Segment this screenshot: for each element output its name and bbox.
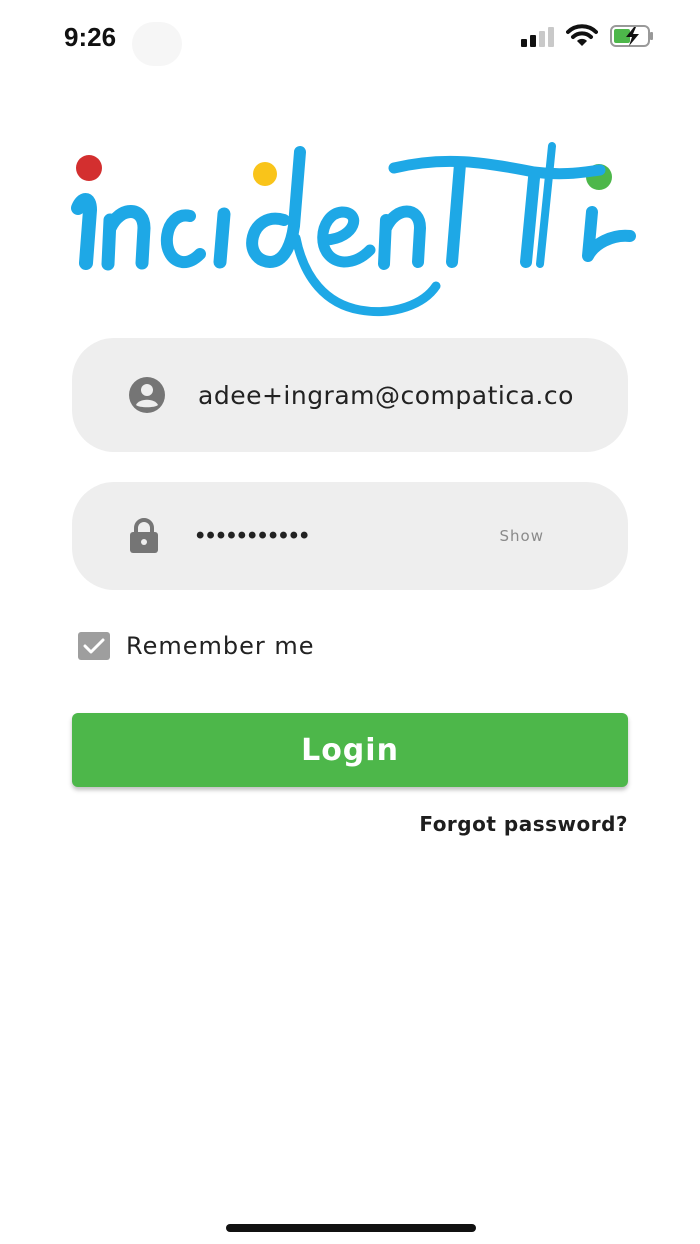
lock-icon <box>130 518 158 553</box>
show-password-button[interactable]: Show <box>500 527 544 545</box>
email-field[interactable]: adee+ingram@compatica.co <box>72 338 628 452</box>
remember-me-checkbox[interactable] <box>78 632 110 660</box>
forgot-password-link[interactable]: Forgot password? <box>419 812 628 836</box>
status-notch-blob <box>132 22 182 66</box>
cellular-signal-icon <box>521 25 554 47</box>
login-screen: 9:26 adee+ingram@compatica.co ••••••••••… <box>0 0 700 1244</box>
login-button[interactable]: Login <box>72 713 628 787</box>
battery-charging-icon <box>610 25 653 47</box>
wifi-icon <box>566 24 598 46</box>
incidentli-logo <box>71 142 636 317</box>
status-icons <box>521 24 654 48</box>
status-time: 9:26 <box>64 22 117 52</box>
email-input-value[interactable]: adee+ingram@compatica.co <box>198 381 576 410</box>
account-circle-icon <box>129 377 165 413</box>
remember-me-row[interactable]: Remember me <box>78 632 315 660</box>
home-indicator[interactable] <box>226 1224 476 1232</box>
checkmark-icon <box>83 638 105 654</box>
password-input-value[interactable]: ••••••••••• <box>196 522 310 550</box>
password-field[interactable]: ••••••••••• Show <box>72 482 628 590</box>
remember-me-label: Remember me <box>126 632 315 660</box>
